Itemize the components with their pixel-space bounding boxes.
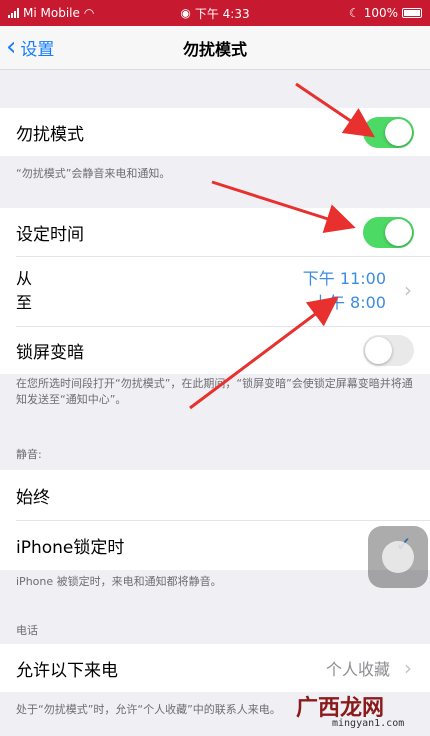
dnd-label: 勿扰模式 (16, 124, 84, 145)
chevron-right-icon: › (404, 656, 412, 680)
schedule-label: 设定时间 (16, 224, 84, 245)
dnd-toggle[interactable] (363, 117, 414, 148)
chevron-right-icon: › (404, 278, 412, 302)
schedule-group: 设定时间 从 至 下午 11:00 上午 8:00 › 锁屏变暗 (0, 208, 430, 374)
schedule-toggle[interactable] (363, 217, 414, 248)
dim-lock-row: 锁屏变暗 (0, 326, 430, 374)
carrier-label: Mi Mobile (23, 6, 80, 20)
dnd-row: 勿扰模式 (0, 108, 430, 156)
battery-icon (402, 8, 422, 18)
watermark-url: mingyan1.com (332, 718, 405, 729)
watermark: 广西龙网 mingyan1.com (296, 690, 430, 736)
dnd-group: 勿扰模式 (0, 108, 430, 156)
chevron-left-icon: ‹ (6, 32, 17, 62)
back-button[interactable]: ‹ 设置 (6, 34, 54, 60)
moon-icon: ☾ (348, 6, 360, 20)
silence-header: 静音: (16, 448, 42, 461)
dim-lock-toggle[interactable] (363, 335, 414, 366)
battery-percent: 100% (363, 6, 398, 20)
always-row[interactable]: 始终 (0, 470, 430, 520)
status-bar: Mi Mobile ◠ ◉ 下午 4:33 ☾ 100% (0, 0, 430, 26)
phone-group: 允许以下来电 个人收藏 › (0, 644, 430, 692)
to-time: 上午 8:00 (312, 293, 386, 312)
allow-calls-row[interactable]: 允许以下来电 个人收藏 › (0, 644, 430, 692)
back-label: 设置 (20, 39, 55, 60)
allow-calls-label: 允许以下来电 (16, 660, 118, 681)
dnd-note: “勿扰模式”会静音来电和通知。 (16, 167, 171, 180)
wifi-icon: ◠ (83, 6, 95, 20)
status-time: 下午 4:33 (194, 6, 250, 21)
assistive-touch-button[interactable] (368, 526, 428, 588)
silence-group: 始终 iPhone锁定时 ✓ (0, 470, 430, 570)
phone-header: 电话 (16, 624, 38, 637)
dim-lock-note: 在您所选时间段打开“勿扰模式”，在此期间，“锁屏变暗”会使锁定屏幕变暗并将通知发… (16, 377, 413, 406)
always-label: 始终 (16, 487, 50, 508)
signal-icon (8, 8, 19, 18)
silence-note: iPhone 被锁定时，来电和通知都将静音。 (16, 575, 222, 588)
allow-calls-value: 个人收藏 (325, 660, 390, 679)
time-range-row[interactable]: 从 至 下午 11:00 上午 8:00 › (0, 256, 430, 326)
schedule-row: 设定时间 (0, 208, 430, 256)
page-title: 勿扰模式 (182, 39, 247, 59)
dim-lock-label: 锁屏变暗 (16, 342, 84, 363)
locked-label: iPhone锁定时 (16, 537, 125, 558)
navigation-bar: ‹ 设置 勿扰模式 (0, 26, 430, 70)
alarm-icon: ◉ (180, 6, 191, 20)
locked-row[interactable]: iPhone锁定时 ✓ (0, 520, 430, 570)
from-time: 下午 11:00 (302, 269, 386, 288)
